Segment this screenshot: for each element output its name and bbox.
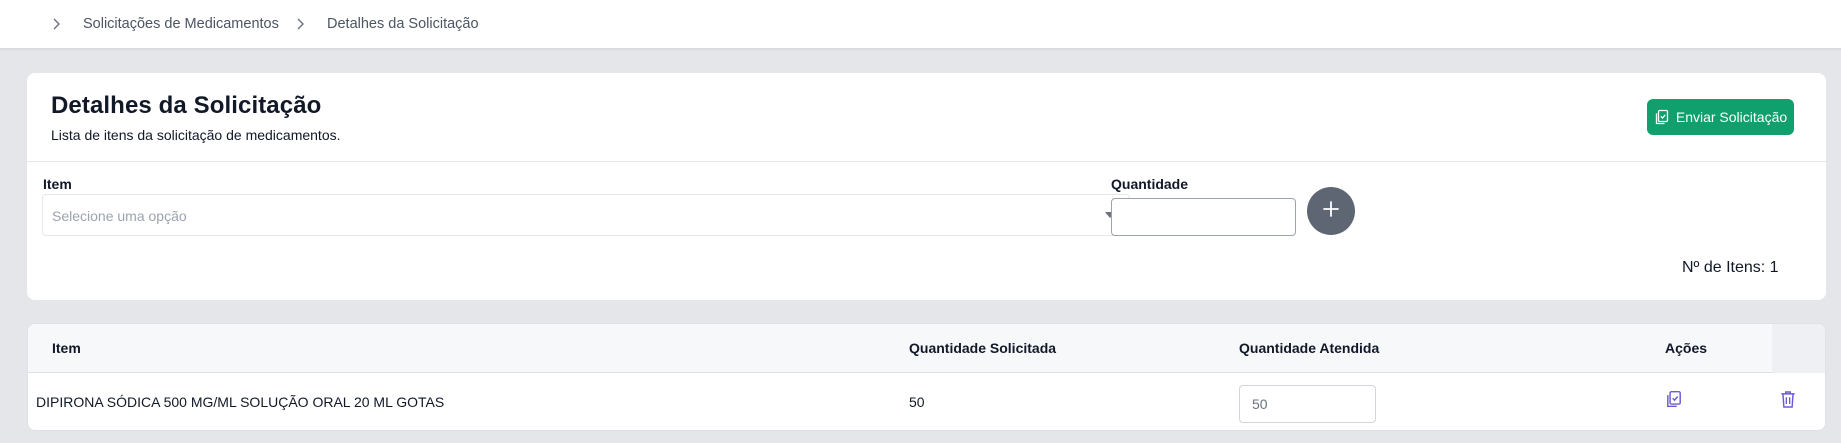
column-header-attended: Quantidade Atendida [1239,340,1380,356]
page-title: Detalhes da Solicitação [51,92,322,119]
column-header-requested: Quantidade Solicitada [909,340,1057,356]
chevron-right-icon [295,16,305,32]
item-select[interactable]: Selecione uma opção [42,194,1130,236]
attended-quantity-input[interactable]: 50 [1239,385,1376,423]
plus-icon [1321,199,1341,224]
quantity-label: Quantidade [1111,176,1189,192]
column-header-item: Item [52,340,81,356]
row-requested-quantity: 50 [909,394,925,410]
clipboard-check-icon [1654,109,1670,125]
clipboard-check-icon[interactable] [1665,390,1683,408]
send-request-label: Enviar Solicitação [1675,109,1788,125]
item-count: Nº de Itens: 1 [1682,259,1779,276]
request-details-card: Detalhes da Solicitação Lista de itens d… [27,73,1826,300]
page-subtitle: Lista de itens da solicitação de medicam… [51,127,341,143]
table-header: Item Quantidade Solicitada Quantidade At… [28,324,1825,373]
breadcrumb-item-details[interactable]: Detalhes da Solicitação [327,16,479,32]
breadcrumb-item-requests[interactable]: Solicitações de Medicamentos [83,16,279,32]
item-select-placeholder: Selecione uma opção [52,208,187,224]
items-table: Item Quantidade Solicitada Quantidade At… [27,323,1826,431]
divider [27,161,1826,162]
column-header-actions: Ações [1665,340,1708,356]
top-bar: Solicitações de Medicamentos Detalhes da… [0,0,1841,49]
add-item-button[interactable] [1307,187,1355,235]
send-request-button[interactable]: Enviar Solicitação [1647,99,1794,135]
item-label: Item [43,176,72,192]
column-header-extra [1772,324,1825,373]
trash-icon[interactable] [1779,390,1797,409]
row-item-name: DIPIRONA SÓDICA 500 MG/ML SOLUÇÃO ORAL 2… [36,394,445,410]
quantity-input[interactable] [1111,198,1296,236]
chevron-right-icon [51,16,61,32]
